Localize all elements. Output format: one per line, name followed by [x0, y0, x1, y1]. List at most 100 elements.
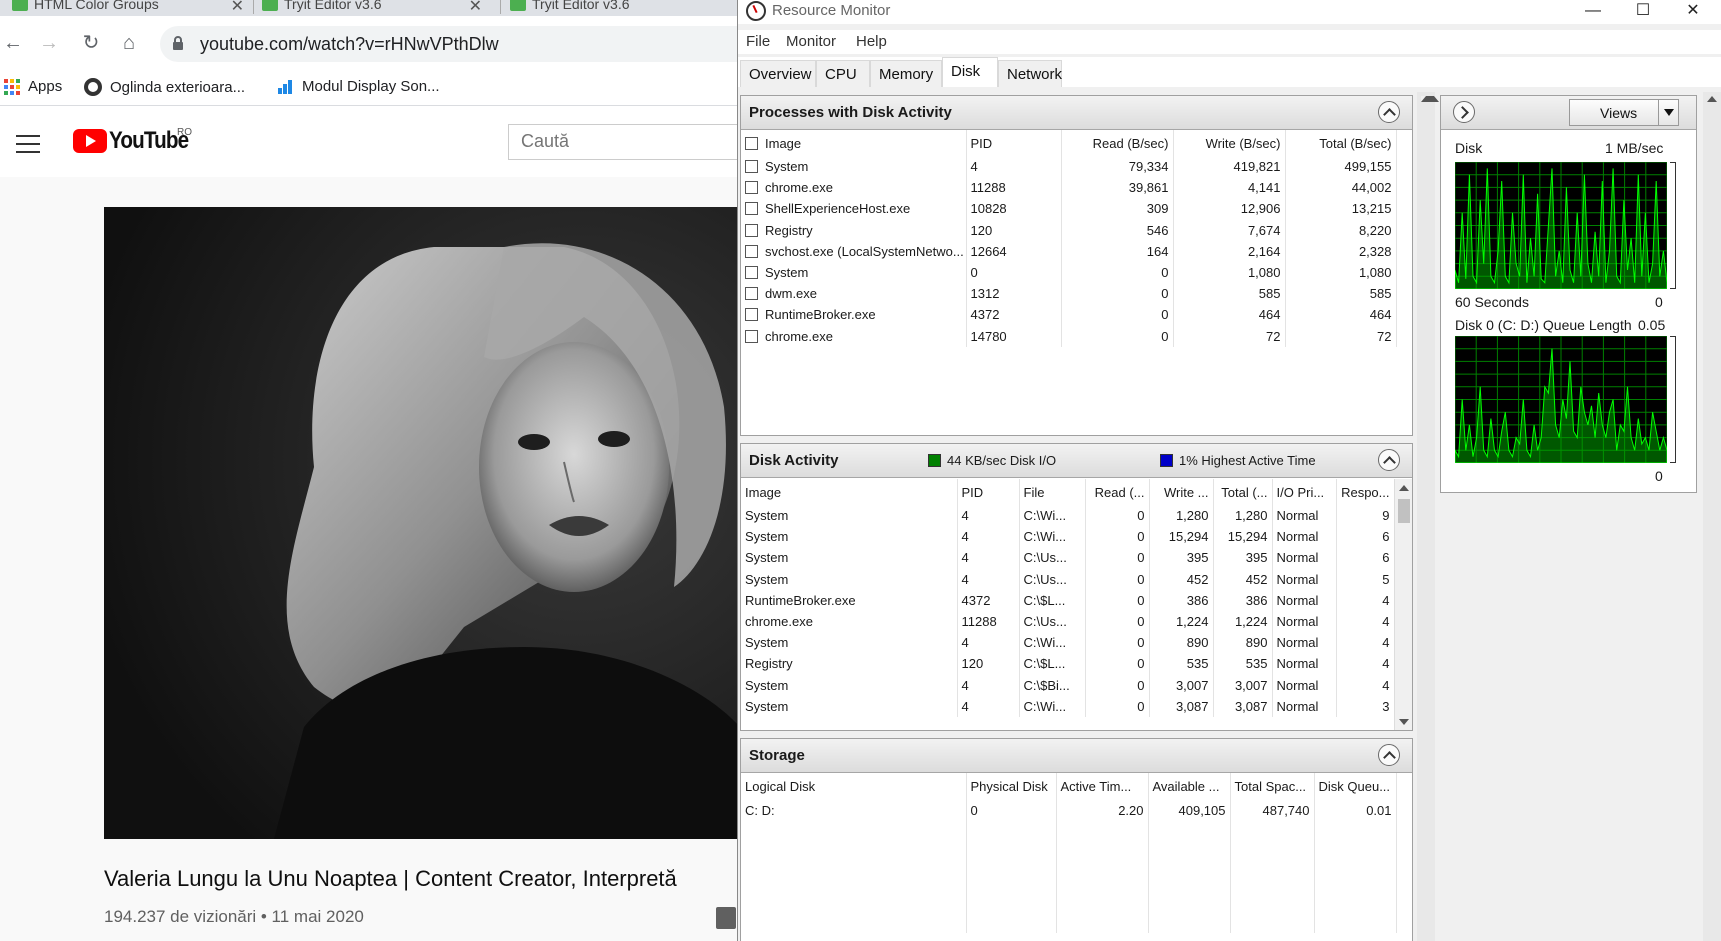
browser-tab[interactable]: Tryit Editor v3.6 ✕	[262, 0, 482, 16]
forward-icon[interactable]: →	[36, 30, 62, 56]
scroll-up-icon[interactable]	[1707, 96, 1717, 102]
column-header-read[interactable]: Read (...	[1085, 479, 1150, 505]
column-header-disk-queue[interactable]: Disk Queu...	[1314, 773, 1397, 799]
row-checkbox[interactable]	[745, 287, 758, 301]
column-header-logical-disk[interactable]: Logical Disk	[741, 773, 967, 799]
column-header-io-priority[interactable]: I/O Pri...	[1272, 479, 1337, 505]
reload-icon[interactable]: ↻	[78, 30, 104, 56]
bookmark-item[interactable]: Oglinda exterioara...	[84, 78, 245, 96]
search-input[interactable]	[509, 125, 740, 158]
video-player[interactable]	[104, 207, 740, 839]
close-tab-icon[interactable]: ✕	[469, 0, 482, 16]
column-header-file[interactable]: File	[1019, 479, 1086, 505]
column-header-active-time[interactable]: Active Tim...	[1056, 773, 1149, 799]
menu-icon[interactable]	[16, 135, 40, 153]
storage-row[interactable]: C: D: 0 2.20 409,105 487,740 0.01	[741, 799, 1397, 933]
disk-activity-row[interactable]: System 4 C:\Wi... 0 15,294 15,294 Normal 6	[741, 526, 1394, 548]
column-header-pid[interactable]: PID	[966, 130, 1062, 156]
column-header-physical-disk[interactable]: Physical Disk	[966, 773, 1057, 799]
video-meta: 194.237 de vizionări • 11 mai 2020	[104, 907, 364, 926]
row-checkbox[interactable]	[745, 160, 758, 174]
collapse-icon[interactable]	[1378, 449, 1400, 471]
minimize-icon[interactable]: —	[1570, 0, 1616, 24]
process-row[interactable]: Registry 120 546 7,674 8,220	[741, 219, 1397, 241]
disk-activity-row[interactable]: System 4 C:\$Bi... 0 3,007 3,007 Normal 4	[741, 674, 1394, 696]
column-header-total[interactable]: Total (...	[1213, 479, 1273, 505]
column-header-pid[interactable]: PID	[957, 479, 1020, 505]
process-row[interactable]: chrome.exe 11288 39,861 4,141 44,002	[741, 177, 1397, 199]
row-checkbox[interactable]	[745, 202, 758, 216]
like-icon[interactable]	[716, 907, 736, 929]
maximize-icon[interactable]: ☐	[1620, 0, 1666, 24]
process-row[interactable]: dwm.exe 1312 0 585 585	[741, 283, 1397, 305]
address-bar[interactable]: youtube.com/watch?v=rHNwVPthDlw	[160, 26, 740, 62]
panel-header[interactable]: Disk Activity 44 KB/sec Disk I/O 1% High…	[741, 444, 1412, 478]
disk-activity-row[interactable]: RuntimeBroker.exe 4372 C:\$L... 0 386 386 Norm…	[741, 589, 1394, 611]
disk-activity-scrollbar[interactable]	[1394, 479, 1412, 730]
column-header-write[interactable]: Write (B/sec)	[1173, 130, 1286, 156]
bookmark-apps[interactable]: Apps	[4, 78, 62, 95]
back-icon[interactable]: ←	[0, 30, 26, 56]
expand-icon[interactable]	[1453, 101, 1475, 123]
tab-overview[interactable]: Overview	[740, 60, 816, 87]
process-row[interactable]: svchost.exe (LocalSystemNetwo... 12664 164…	[741, 240, 1397, 262]
panel-header[interactable]: Storage	[741, 739, 1412, 773]
column-header-total[interactable]: Total (B/sec)	[1285, 130, 1397, 156]
disk-activity-row[interactable]: Registry 120 C:\$L... 0 535 535 Normal 4	[741, 653, 1394, 675]
process-row[interactable]: System 4 79,334 419,821 499,155	[741, 156, 1397, 178]
scroll-up-icon[interactable]	[1421, 96, 1439, 102]
scroll-thumb[interactable]	[1398, 499, 1410, 523]
panel-header[interactable]: Processes with Disk Activity	[741, 96, 1412, 130]
row-checkbox[interactable]	[745, 329, 758, 343]
graphs-scrollbar[interactable]	[1703, 92, 1721, 941]
row-checkbox[interactable]	[745, 308, 758, 322]
close-icon[interactable]: ✕	[1670, 0, 1716, 24]
row-checkbox[interactable]	[745, 244, 758, 258]
close-tab-icon[interactable]: ✕	[231, 0, 244, 16]
row-checkbox[interactable]	[745, 181, 758, 195]
disk-activity-row[interactable]: System 4 C:\Wi... 0 890 890 Normal 4	[741, 632, 1394, 654]
process-row[interactable]: chrome.exe 14780 0 72 72	[741, 325, 1397, 347]
select-all-checkbox[interactable]	[745, 136, 758, 150]
scroll-up-icon[interactable]	[1399, 485, 1409, 491]
column-header-available[interactable]: Available ...	[1148, 773, 1231, 799]
tab-disk[interactable]: Disk	[942, 57, 998, 87]
main-panel-scrollbar[interactable]	[1417, 92, 1439, 941]
process-row[interactable]: ShellExperienceHost.exe 10828 309 12,906 13,…	[741, 198, 1397, 220]
disk-activity-row[interactable]: chrome.exe 11288 C:\Us... 0 1,224 1,224 Normal…	[741, 610, 1394, 633]
tab-network[interactable]: Network	[998, 60, 1062, 87]
scroll-down-icon[interactable]	[1399, 719, 1409, 725]
views-dropdown[interactable]: Views	[1569, 99, 1679, 126]
column-header-read[interactable]: Read (B/sec)	[1061, 130, 1174, 156]
youtube-search-box[interactable]	[508, 124, 740, 160]
collapse-icon[interactable]	[1378, 101, 1400, 123]
collapse-icon[interactable]	[1378, 744, 1400, 766]
menu-monitor[interactable]: Monitor	[786, 33, 836, 50]
home-icon[interactable]: ⌂	[116, 30, 142, 56]
table-cell: 1,080	[1285, 261, 1397, 284]
process-row[interactable]: RuntimeBroker.exe 4372 0 464 464	[741, 304, 1397, 326]
disk-activity-row[interactable]: System 4 C:\Us... 0 452 452 Normal 5	[741, 568, 1394, 590]
menu-help[interactable]: Help	[856, 33, 887, 50]
browser-tab[interactable]: Tryit Editor v3.6	[510, 0, 730, 14]
browser-tab[interactable]: HTML Color Groups ✕	[12, 0, 244, 16]
process-row[interactable]: System 0 0 1,080 1,080	[741, 261, 1397, 284]
disk-activity-row[interactable]: System 4 C:\Wi... 0 3,087 3,087 Normal 3	[741, 695, 1394, 717]
menu-file[interactable]: File	[746, 33, 770, 50]
column-header-write[interactable]: Write ...	[1149, 479, 1214, 505]
column-header-response[interactable]: Respo...	[1336, 479, 1394, 505]
column-header-image[interactable]: Image	[741, 130, 967, 156]
tab-memory[interactable]: Memory	[870, 60, 942, 87]
table-cell: RuntimeBroker.exe	[741, 589, 958, 611]
disk-activity-row[interactable]: System 4 C:\Wi... 0 1,280 1,280 Normal 9	[741, 505, 1394, 527]
bookmark-item[interactable]: Modul Display Son...	[278, 78, 440, 95]
column-header-total-space[interactable]: Total Spac...	[1230, 773, 1315, 799]
dropdown-arrow-icon[interactable]	[1658, 100, 1678, 125]
row-checkbox[interactable]	[745, 223, 758, 237]
column-header-image[interactable]: Image	[741, 479, 958, 505]
row-checkbox[interactable]	[745, 266, 758, 280]
tab-cpu[interactable]: CPU	[816, 60, 870, 87]
table-cell: 4372	[957, 589, 1020, 611]
country-code: RO	[177, 127, 192, 138]
disk-activity-row[interactable]: System 4 C:\Us... 0 395 395 Normal 6	[741, 547, 1394, 569]
